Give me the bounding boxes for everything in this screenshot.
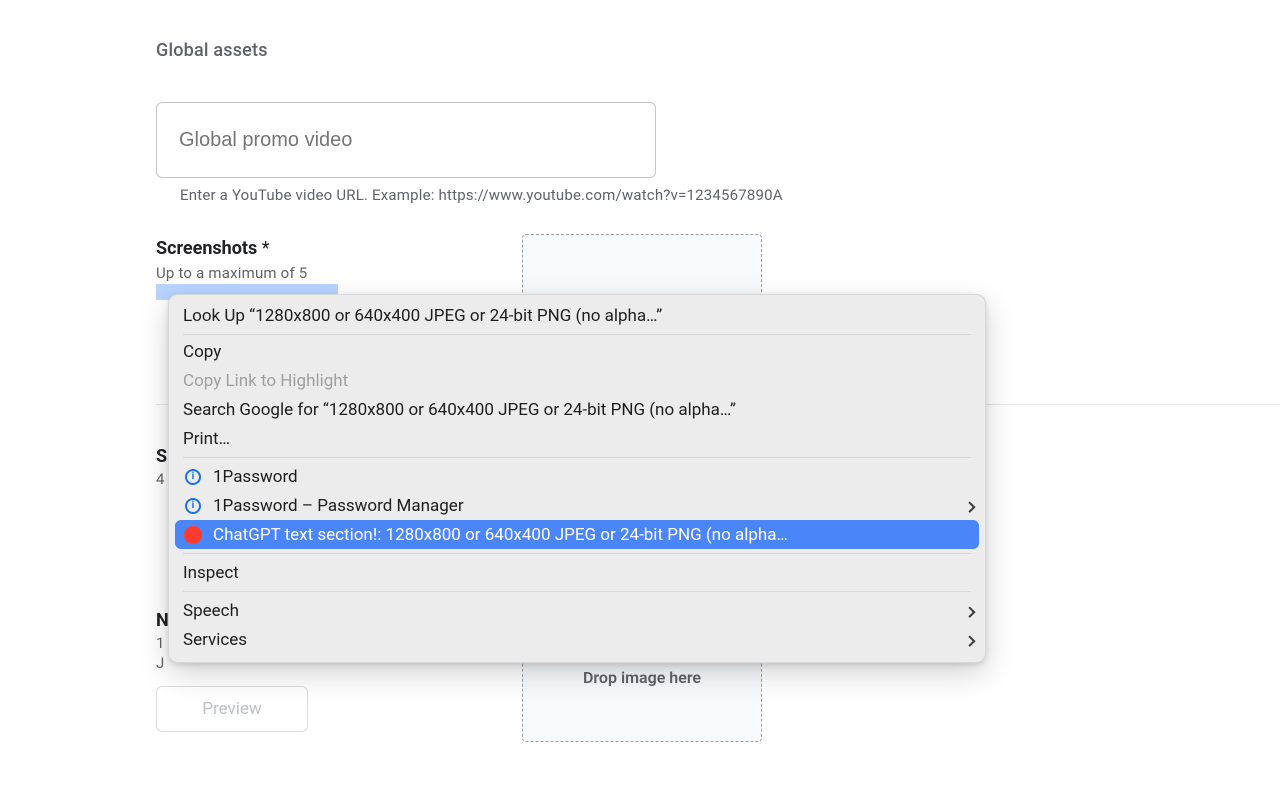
- record-dot-icon: [183, 525, 203, 545]
- menu-item-copy-label: Copy: [183, 342, 221, 362]
- menu-item-speech-label: Speech: [183, 601, 239, 621]
- menu-item-speech[interactable]: Speech: [169, 596, 985, 625]
- video-url-hint: Enter a YouTube video URL. Example: http…: [180, 186, 783, 204]
- context-menu[interactable]: Look Up “1280x800 or 640x400 JPEG or 24-…: [168, 294, 986, 663]
- onepassword-icon: i: [183, 496, 203, 516]
- menu-item-1password-manager-label: 1Password – Password Manager: [213, 496, 464, 516]
- menu-item-chatgpt[interactable]: ChatGPT text section!: 1280x800 or 640x4…: [175, 520, 979, 549]
- menu-item-copy[interactable]: Copy: [169, 337, 985, 366]
- menu-item-1password[interactable]: i 1Password: [169, 462, 985, 491]
- menu-item-print[interactable]: Print…: [169, 424, 985, 453]
- menu-item-inspect-label: Inspect: [183, 563, 239, 583]
- peek-digit-4: 4: [156, 470, 164, 488]
- peek-letter-n: N: [156, 610, 169, 631]
- menu-item-copy-link-to-highlight: Copy Link to Highlight: [169, 366, 985, 395]
- chevron-right-icon: [964, 501, 975, 512]
- menu-separator: [183, 591, 971, 592]
- preview-button[interactable]: Preview: [156, 686, 308, 732]
- menu-item-print-label: Print…: [183, 429, 230, 449]
- menu-separator: [183, 457, 971, 458]
- menu-item-services[interactable]: Services: [169, 625, 985, 654]
- screenshots-subtext: Up to a maximum of 5: [156, 264, 307, 282]
- section-title-global-assets: Global assets: [156, 40, 268, 61]
- onepassword-icon: i: [183, 467, 203, 487]
- global-promo-video-input[interactable]: [156, 102, 656, 178]
- screenshots-label-text: Screenshots: [156, 238, 257, 259]
- screenshots-label: Screenshots *: [156, 238, 269, 259]
- menu-separator: [183, 553, 971, 554]
- menu-item-inspect[interactable]: Inspect: [169, 558, 985, 587]
- screenshots-required-marker: *: [262, 238, 270, 259]
- peek-letter-j: J: [156, 654, 164, 672]
- menu-item-search-google-label: Search Google for “1280x800 or 640x400 J…: [183, 400, 736, 420]
- peek-letter-s: S: [156, 446, 167, 467]
- peek-digit-1: 1: [156, 634, 164, 652]
- menu-item-copy-link-label: Copy Link to Highlight: [183, 371, 348, 391]
- menu-item-1password-label: 1Password: [213, 467, 298, 487]
- menu-item-chatgpt-label: ChatGPT text section!: 1280x800 or 640x4…: [213, 525, 788, 545]
- preview-button-label: Preview: [202, 699, 261, 719]
- menu-item-search-google[interactable]: Search Google for “1280x800 or 640x400 J…: [169, 395, 985, 424]
- menu-item-services-label: Services: [183, 630, 247, 650]
- chevron-right-icon: [964, 635, 975, 646]
- menu-item-look-up[interactable]: Look Up “1280x800 or 640x400 JPEG or 24-…: [169, 301, 985, 330]
- chevron-right-icon: [964, 606, 975, 617]
- menu-separator: [183, 334, 971, 335]
- dropzone-label: Drop image here: [583, 668, 701, 687]
- menu-item-1password-manager[interactable]: i 1Password – Password Manager: [169, 491, 985, 520]
- menu-item-look-up-label: Look Up “1280x800 or 640x400 JPEG or 24-…: [183, 306, 662, 326]
